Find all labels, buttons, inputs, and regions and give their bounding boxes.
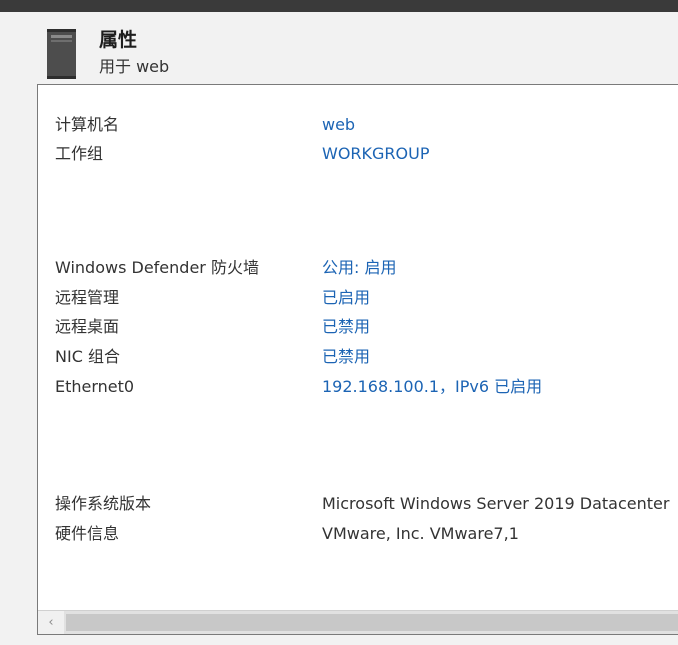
- workgroup-link[interactable]: WORKGROUP: [322, 142, 430, 166]
- os-version-value: Microsoft Windows Server 2019 Datacenter: [322, 494, 670, 513]
- computer-name-label: 计算机名: [55, 115, 120, 134]
- os-version-label: 操作系统版本: [55, 494, 152, 513]
- computer-name-link[interactable]: web: [322, 113, 355, 137]
- horizontal-scrollbar[interactable]: ‹: [38, 610, 678, 634]
- chevron-left-icon: ‹: [48, 615, 54, 630]
- property-row-remote-desktop: 远程桌面 已禁用: [38, 315, 678, 339]
- nic-teaming-label: NIC 组合: [55, 347, 120, 366]
- property-row-hardware: 硬件信息 VMware, Inc. VMware7,1: [38, 522, 678, 546]
- scroll-left-button[interactable]: ‹: [38, 611, 64, 634]
- property-row-workgroup: 工作组 WORKGROUP: [38, 142, 678, 166]
- page-title: 属性: [99, 29, 138, 51]
- workgroup-label: 工作组: [55, 144, 104, 163]
- property-row-ethernet0: Ethernet0 192.168.100.1，IPv6 已启用: [38, 375, 678, 399]
- nic-teaming-link[interactable]: 已禁用: [322, 345, 370, 369]
- firewall-label: Windows Defender 防火墙: [55, 258, 259, 277]
- property-row-nic-teaming: NIC 组合 已禁用: [38, 345, 678, 369]
- property-row-firewall: Windows Defender 防火墙 公用: 启用: [38, 256, 678, 280]
- window-top-bar: [0, 0, 678, 12]
- remote-desktop-label: 远程桌面: [55, 317, 120, 336]
- remote-desktop-link[interactable]: 已禁用: [322, 315, 370, 339]
- properties-panel: 计算机名 web 工作组 WORKGROUP Windows Defender …: [37, 84, 678, 635]
- firewall-link[interactable]: 公用: 启用: [322, 256, 396, 280]
- remote-management-label: 远程管理: [55, 288, 120, 307]
- property-row-remote-management: 远程管理 已启用: [38, 286, 678, 310]
- property-row-os-version: 操作系统版本 Microsoft Windows Server 2019 Dat…: [38, 492, 678, 516]
- hardware-label: 硬件信息: [55, 524, 120, 543]
- remote-management-link[interactable]: 已启用: [322, 286, 370, 310]
- ethernet0-link[interactable]: 192.168.100.1，IPv6 已启用: [322, 375, 542, 399]
- ethernet0-label: Ethernet0: [55, 377, 135, 396]
- properties-header: 属性 用于 web: [0, 12, 678, 84]
- hardware-value: VMware, Inc. VMware7,1: [322, 524, 519, 543]
- server-tower-icon: [47, 29, 76, 79]
- scroll-thumb[interactable]: [66, 614, 678, 631]
- page-subtitle: 用于 web: [99, 57, 170, 76]
- property-row-computer-name: 计算机名 web: [38, 113, 678, 137]
